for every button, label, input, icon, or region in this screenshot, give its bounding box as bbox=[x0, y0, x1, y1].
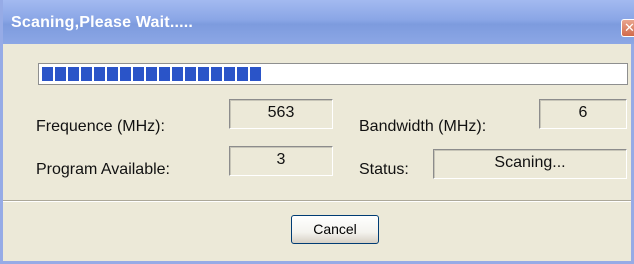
progress-fill bbox=[42, 67, 261, 81]
close-button[interactable]: ✕ bbox=[621, 19, 634, 37]
footer-separator bbox=[3, 200, 631, 202]
status-value: Scaning... bbox=[433, 149, 627, 179]
status-label: Status: bbox=[359, 161, 409, 178]
program-available-value: 3 bbox=[229, 146, 333, 176]
frequence-label: Frequence (MHz): bbox=[36, 118, 165, 135]
program-available-label: Program Available: bbox=[36, 161, 170, 178]
frequence-value: 563 bbox=[229, 99, 333, 129]
bandwidth-label: Bandwidth (MHz): bbox=[359, 118, 487, 135]
scan-progress-bar bbox=[38, 63, 628, 85]
scan-dialog: Scaning,Please Wait..... ✕ Frequence (MH… bbox=[0, 0, 634, 264]
window-title: Scaning,Please Wait..... bbox=[11, 14, 194, 31]
close-icon: ✕ bbox=[624, 20, 634, 35]
title-bar[interactable]: Scaning,Please Wait..... ✕ bbox=[3, 0, 634, 44]
cancel-button[interactable]: Cancel bbox=[291, 215, 379, 244]
bandwidth-value: 6 bbox=[539, 99, 627, 129]
